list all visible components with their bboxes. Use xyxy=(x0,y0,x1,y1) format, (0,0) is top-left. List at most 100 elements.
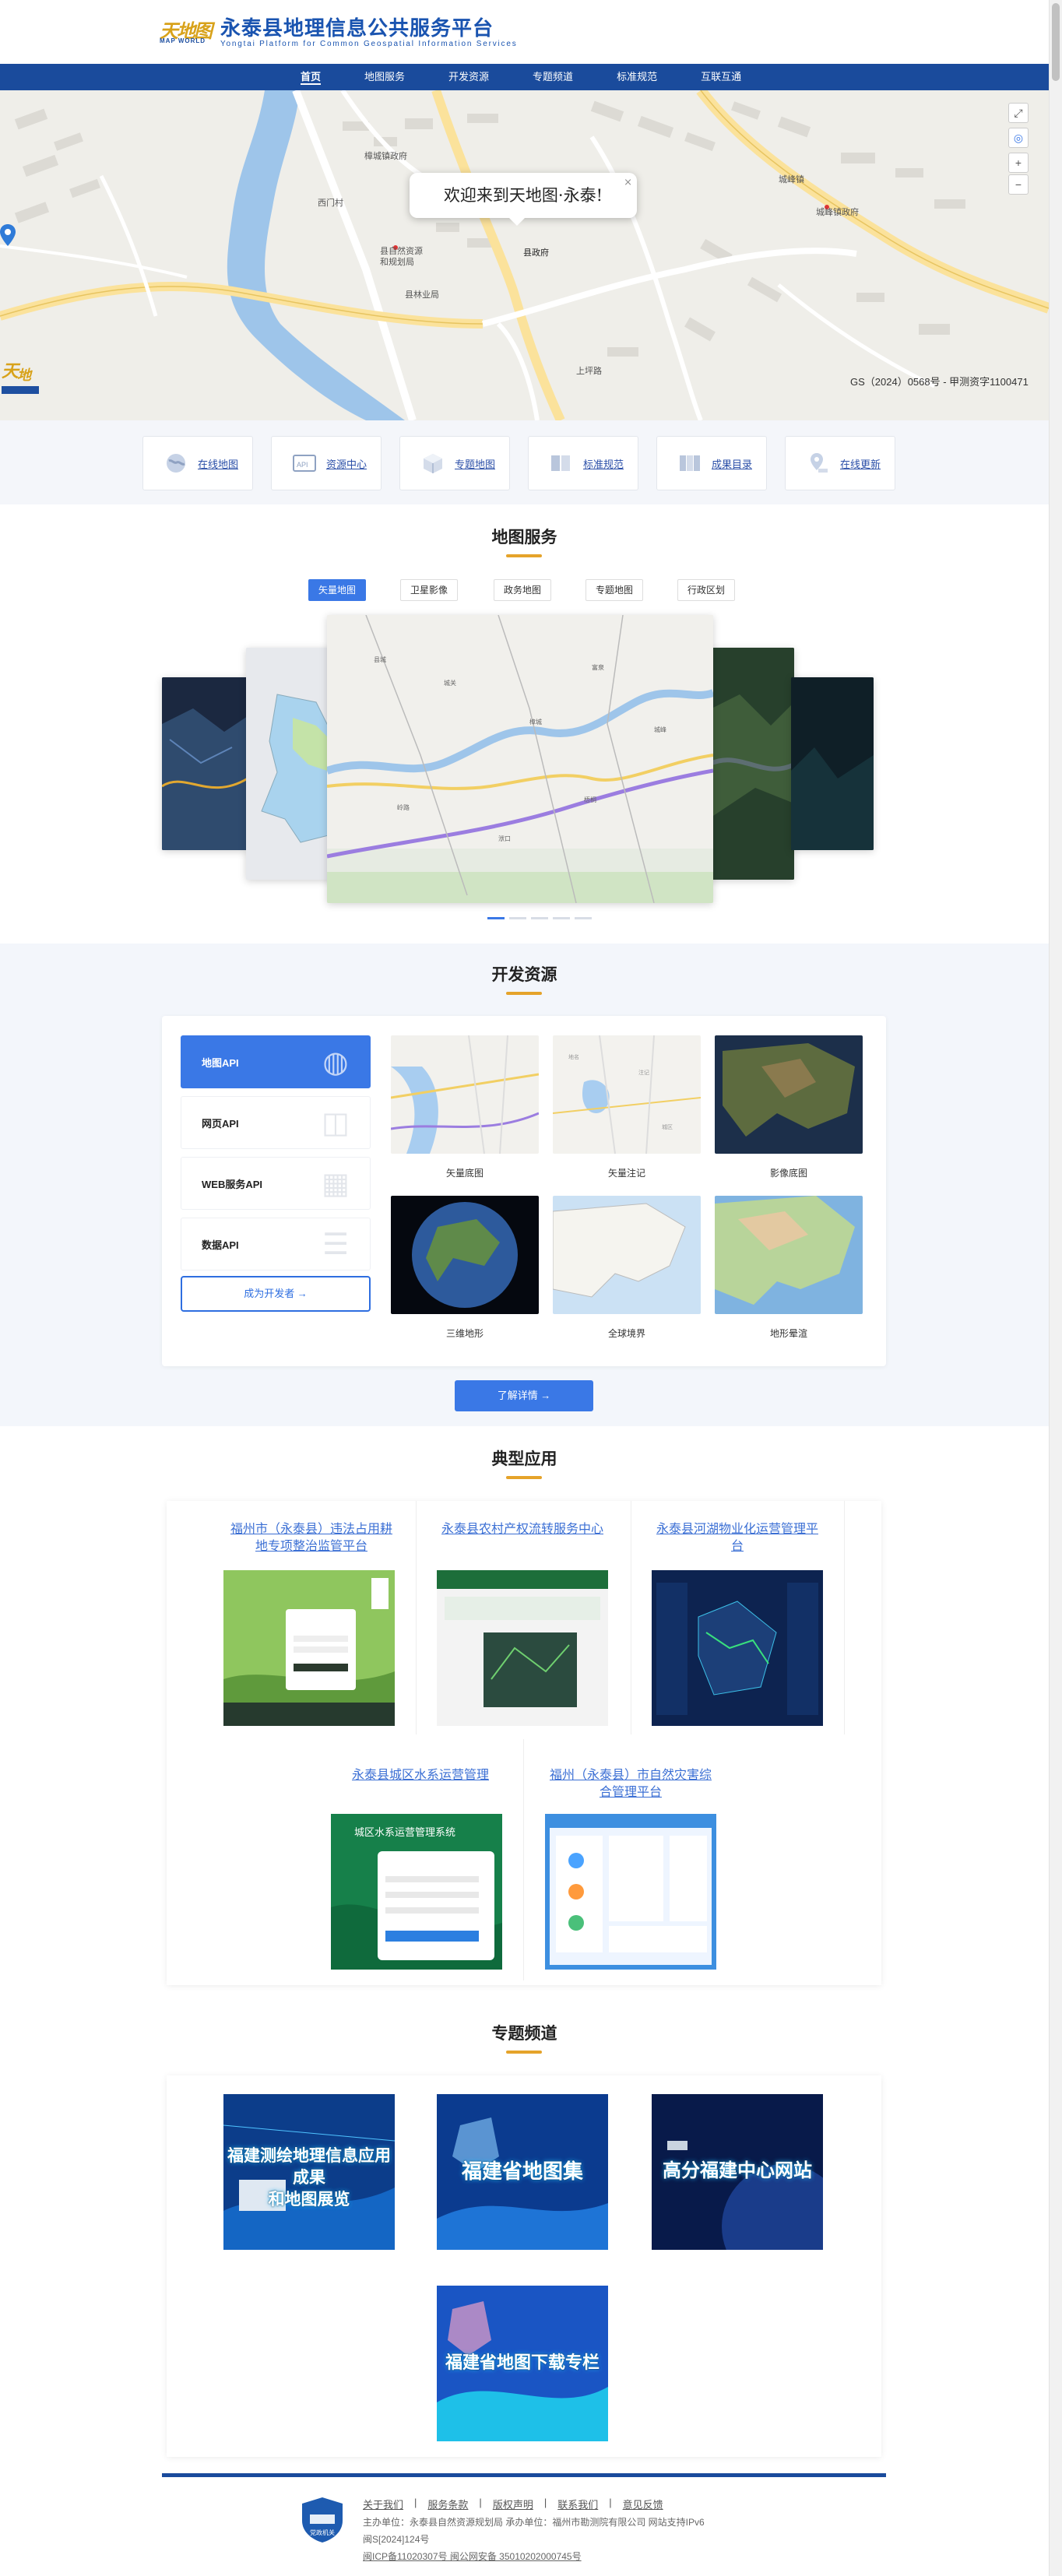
app-title-2[interactable]: 永泰县农村产权流转服务中心 xyxy=(441,1521,604,1538)
thumb-3d-terrain[interactable] xyxy=(391,1196,539,1314)
thumb-vector-annotation[interactable]: 地名 注记 城区 xyxy=(553,1035,701,1154)
carousel-dot-5[interactable] xyxy=(575,917,592,919)
fullscreen-button[interactable]: ⤢ xyxy=(1008,103,1029,123)
quick-link-thematic-map[interactable]: 专题地图 xyxy=(399,436,510,490)
cube-icon xyxy=(420,451,445,476)
api-data[interactable]: 数据API ☰ xyxy=(181,1218,371,1270)
nav-item-map-service[interactable]: 地图服务 xyxy=(364,64,405,90)
api-web[interactable]: 网页API ◫ xyxy=(181,1096,371,1149)
footer-link-copyright[interactable]: 版权声明 xyxy=(493,2497,533,2511)
thumb-shaded-relief[interactable] xyxy=(715,1196,863,1314)
thumb-global-boundary[interactable] xyxy=(553,1196,701,1314)
learn-more-button[interactable]: 了解详情 → xyxy=(455,1380,593,1411)
channel-mapping-exhibition[interactable]: 福建测绘地理信息应用成果 和地图展览 xyxy=(223,2094,395,2250)
thumb-label: 影像底图 xyxy=(769,1168,807,1179)
carousel-slide-satellite[interactable] xyxy=(709,648,794,880)
quick-link-catalog[interactable]: 成果目录 xyxy=(656,436,767,490)
app-title-4[interactable]: 永泰县城区水系运营管理 xyxy=(327,1767,514,1784)
channel-gaofen-center[interactable]: 高分福建中心网站 xyxy=(652,2094,823,2250)
main-map[interactable]: 樟城镇政府 县自然资源 和规划局 县政府 城峰镇 西门村 县林业局 上坪路 城峰… xyxy=(0,90,1049,420)
fullscreen-icon: ⤢ xyxy=(1014,106,1023,119)
cube-icon: ◫ xyxy=(322,1107,350,1140)
app-title-5[interactable]: 福州（永泰县）市自然灾害综合管理平台 xyxy=(545,1767,716,1801)
api-web-service[interactable]: WEB服务API ▦ xyxy=(181,1157,371,1210)
apps-title: 典型应用 xyxy=(491,1449,557,1468)
tab-thematic-map[interactable]: 专题地图 xyxy=(586,579,644,601)
quick-link-online-map[interactable]: 在线地图 xyxy=(142,436,253,490)
thumb-imagery-base[interactable] xyxy=(715,1035,863,1154)
header: 天地图 MAP WORLD 永泰县地理信息公共服务平台 Yongtai Plat… xyxy=(0,0,1049,64)
title-underline xyxy=(506,1476,542,1479)
map-canvas: 樟城镇政府 县自然资源 和规划局 县政府 城峰镇 西门村 县林业局 上坪路 城峰… xyxy=(0,90,1049,420)
api-label: 地图API xyxy=(202,1056,239,1069)
nav-item-channels[interactable]: 专题频道 xyxy=(533,64,573,90)
quick-link-label: 在线地图 xyxy=(198,458,239,470)
footer-link-feedback[interactable]: 意见反馈 xyxy=(623,2497,663,2511)
app-title-3[interactable]: 永泰县河湖物业化运营管理平台 xyxy=(656,1521,819,1555)
app-screenshot-5[interactable] xyxy=(545,1814,716,1970)
tab-vector-map[interactable]: 矢量地图 xyxy=(308,579,367,601)
site-logo[interactable]: 天地图 MAP WORLD 永泰县地理信息公共服务平台 Yongtai Plat… xyxy=(160,16,518,50)
app-screenshot-1[interactable] xyxy=(223,1570,395,1726)
channel-text: 福建测绘地理信息应用成果 和地图展览 xyxy=(227,2147,391,2209)
thumb-vector-base[interactable] xyxy=(391,1035,539,1154)
footer-link-contact[interactable]: 联系我们 xyxy=(557,2497,598,2511)
svg-text:党政机关: 党政机关 xyxy=(310,2529,335,2536)
scrollbar-thumb[interactable] xyxy=(1052,3,1060,81)
tab-admin-division[interactable]: 行政区划 xyxy=(677,579,736,601)
book-icon xyxy=(549,451,574,476)
map-carousel[interactable]: 县城 城关 樟城 富泉 城峰 岭路 洑口 梧桐 xyxy=(0,615,1049,911)
footer-divider xyxy=(162,2473,886,2477)
welcome-popup-text: 欢迎来到天地图·永泰! xyxy=(443,186,603,205)
api-label: 数据API xyxy=(202,1239,239,1251)
app-screenshot-4[interactable]: 城区水系运营管理系统 xyxy=(331,1814,502,1970)
carousel-dot-1[interactable] xyxy=(487,917,505,919)
quick-link-standards[interactable]: 标准规范 xyxy=(528,436,638,490)
nav-item-dev-resources[interactable]: 开发资源 xyxy=(448,64,489,90)
footer-link-terms[interactable]: 服务条款 xyxy=(427,2497,468,2511)
government-badge-icon[interactable]: 党政机关 xyxy=(302,2497,343,2543)
carousel-dot-2[interactable] xyxy=(509,917,526,919)
dev-title: 开发资源 xyxy=(491,965,557,984)
app-screenshot-3[interactable] xyxy=(652,1570,823,1726)
api-map[interactable]: 地图API ◍ xyxy=(181,1035,371,1088)
zoom-out-button[interactable]: − xyxy=(1008,174,1029,195)
site-subtitle: Yongtai Platform for Common Geospatial I… xyxy=(220,40,518,48)
become-developer-button[interactable]: 成为开发者 → xyxy=(181,1276,371,1312)
carousel-slide-vector-main[interactable]: 县城 城关 樟城 富泉 城峰 岭路 洑口 梧桐 xyxy=(327,615,713,903)
map-pin-icon[interactable] xyxy=(0,224,16,246)
footer-review-number: 闽S[2024]124号 xyxy=(363,2534,430,2545)
zoom-in-button[interactable]: + xyxy=(1008,153,1029,173)
channel-map-download[interactable]: 福建省地图下载专栏 xyxy=(437,2286,608,2441)
channel-fujian-atlas[interactable]: 福建省地图集 xyxy=(437,2094,608,2250)
footer-link-about[interactable]: 关于我们 xyxy=(363,2497,403,2511)
svg-text:和规划局: 和规划局 xyxy=(380,256,414,267)
page-scrollbar[interactable] xyxy=(1049,0,1062,2576)
footer-org: 主办单位：永泰县自然资源规划局 承办单位：福州市勘测院有限公司 网站支持IPv6 xyxy=(363,2517,705,2528)
locate-button[interactable]: ◎ xyxy=(1008,128,1029,148)
tab-government-map[interactable]: 政务地图 xyxy=(494,579,552,601)
quick-link-resource-center[interactable]: API 资源中心 xyxy=(271,436,382,490)
quick-link-online-update[interactable]: 在线更新 xyxy=(785,436,895,490)
grid-icon: ▦ xyxy=(322,1168,350,1200)
carousel-dot-3[interactable] xyxy=(531,917,548,919)
carousel-dot-4[interactable] xyxy=(553,917,570,919)
quick-links-bar: 在线地图 API 资源中心 专题地图 标准规范 成果目录 在线更新 xyxy=(0,420,1049,504)
tab-satellite[interactable]: 卫星影像 xyxy=(400,579,459,601)
zoom-out-icon: − xyxy=(1015,178,1022,191)
carousel-slide-terrain[interactable] xyxy=(791,677,874,850)
footer-icp[interactable]: 闽ICP备11020307号 闽公网安备 35010202000745号 xyxy=(363,2550,582,2564)
app-title-1[interactable]: 福州市（永泰县）违法占用耕地专项整治监管平台 xyxy=(226,1521,397,1555)
quick-link-label: 专题地图 xyxy=(455,458,496,470)
popup-close-icon[interactable]: × xyxy=(624,177,632,188)
nav-item-standards[interactable]: 标准规范 xyxy=(617,64,657,90)
quick-link-label: 标准规范 xyxy=(583,458,624,470)
svg-text:岭路: 岭路 xyxy=(397,803,410,811)
map-watermark-logo-icon: 天 地 xyxy=(2,361,39,394)
carousel-slide-night[interactable] xyxy=(162,677,248,850)
nav-item-home[interactable]: 首页 xyxy=(301,64,322,90)
nav-item-interconnect[interactable]: 互联互通 xyxy=(701,64,741,90)
app-screenshot-2[interactable] xyxy=(437,1570,608,1726)
carousel-slide-admin[interactable] xyxy=(246,648,332,880)
api-label: 网页API xyxy=(202,1117,239,1130)
